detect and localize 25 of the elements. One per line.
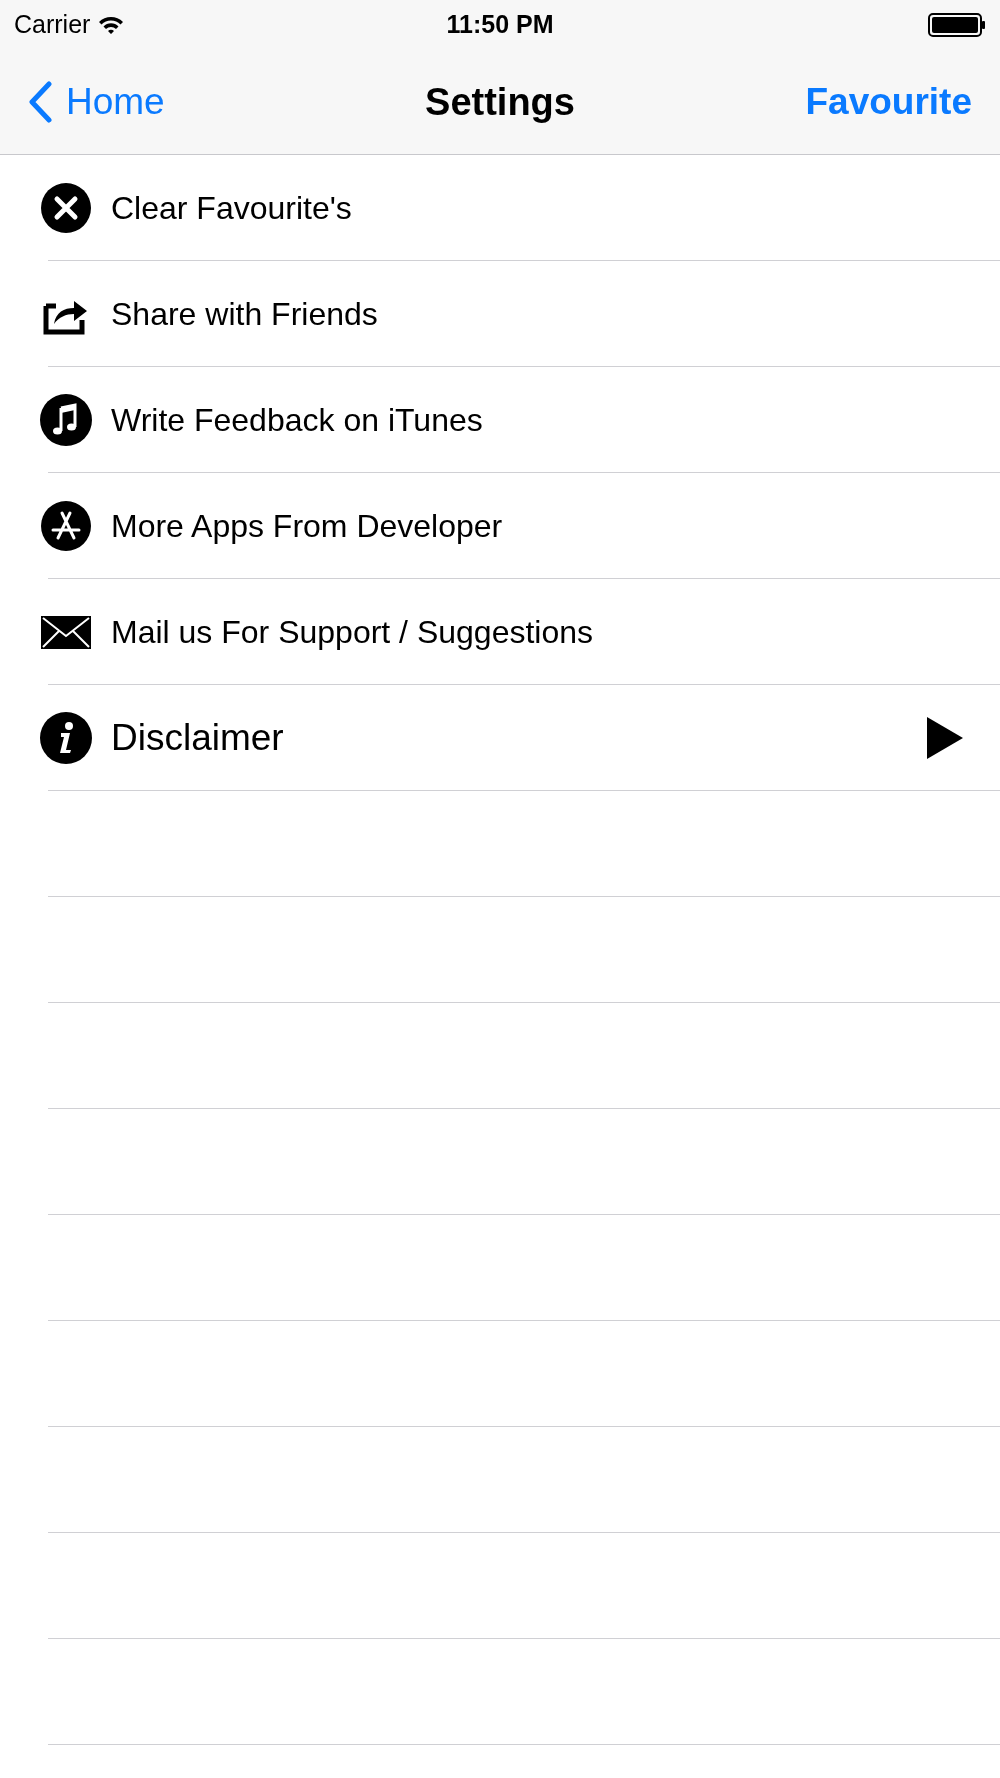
back-button[interactable]: Home [28, 74, 165, 130]
row-label: Mail us For Support / Suggestions [111, 613, 594, 652]
row-label: More Apps From Developer [111, 507, 504, 546]
info-icon [40, 712, 92, 764]
screen-title: Settings [425, 79, 575, 125]
settings-row[interactable]: Disclaimer [0, 685, 1000, 791]
status-time: 11:50 PM [446, 9, 554, 41]
carrier-name: Carrier [14, 9, 91, 41]
row-label: Write Feedback on iTunes [111, 401, 484, 440]
battery-icon [928, 13, 986, 37]
settings-row[interactable]: Clear Favourite's [0, 155, 1000, 261]
play-arrow-icon [926, 716, 964, 760]
row-label: Clear Favourite's [111, 189, 353, 228]
favourite-button[interactable]: Favourite [805, 74, 972, 130]
settings-row[interactable]: Mail us For Support / Suggestions [0, 579, 1000, 685]
row-label: Disclaimer [111, 716, 285, 761]
music-note-icon [40, 394, 92, 446]
row-label: Share with Friends [111, 295, 379, 334]
clear-icon [40, 182, 92, 234]
settings-row[interactable]: Write Feedback on iTunes [0, 367, 1000, 473]
settings-row[interactable]: Share with Friends [0, 261, 1000, 367]
back-chevron-icon [28, 81, 52, 123]
wifi-icon [98, 15, 125, 35]
settings-row[interactable]: More Apps From Developer [0, 473, 1000, 579]
app-store-icon [40, 500, 92, 552]
